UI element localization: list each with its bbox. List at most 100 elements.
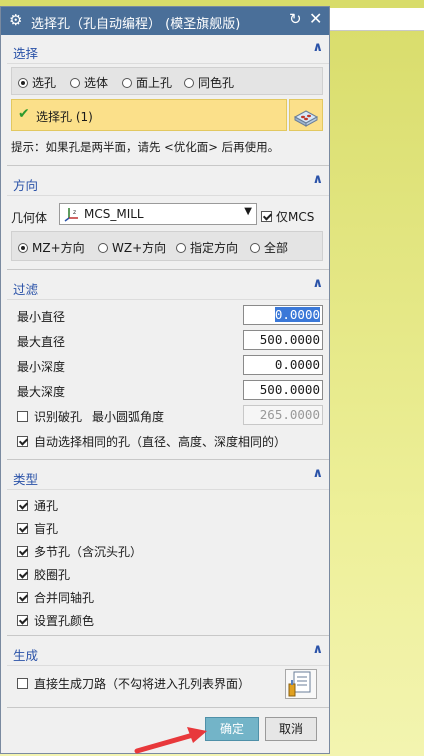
checkbox[interactable] [17,523,28,534]
checkbox[interactable] [17,615,28,626]
break-hole-checkbox[interactable] [17,411,28,422]
radio-specified-direction[interactable]: 指定方向 [176,239,238,256]
select-section-header[interactable]: 选择 ∧ [7,37,329,64]
type-through-hole[interactable]: 通孔 [17,497,58,514]
radio-label: 指定方向 [190,241,239,255]
radio-select-body[interactable]: 选体 [70,74,108,91]
geometry-value: MCS_MILL [84,207,144,221]
radio-button[interactable] [250,242,260,253]
checkbox[interactable] [17,500,28,511]
collapse-caret-icon[interactable]: ∧ [312,642,323,657]
checkbox-label: 通孔 [34,499,59,513]
selected-holes-label: 选择孔 (1) [36,110,93,124]
direction-section-header[interactable]: 方向 ∧ [7,169,329,196]
cancel-button[interactable]: 取消 [265,717,317,741]
direct-toolpath-checkbox[interactable] [17,678,28,689]
select-mode-radio-group: 选孔 选体 面上孔 同色孔 [11,67,323,95]
section-title: 过滤 [13,282,39,297]
checkbox-label: 合并同轴孔 [34,591,95,605]
collapse-caret-icon[interactable]: ∧ [312,40,323,55]
geometry-label: 几何体 [11,211,48,225]
section-divider [7,635,329,636]
radio-label: WZ+方向 [112,241,167,255]
type-set-hole-color[interactable]: 设置孔颜色 [17,612,94,629]
red-arrow-annotation [134,727,207,754]
min-depth-input[interactable]: 0.0000 [243,355,323,375]
min-arc-angle-input: 265.0000 [243,405,323,425]
section-title: 类型 [13,472,39,487]
section-title: 选择 [13,46,39,61]
toolpath-settings-icon [288,671,311,697]
radio-button[interactable] [18,242,28,253]
type-multi-step-hole[interactable]: 多节孔（含沉头孔） [17,543,142,560]
checkbox-label: 多节孔（含沉头孔） [34,545,143,559]
type-o-ring-hole[interactable]: 胶圈孔 [17,566,70,583]
min-diameter-input[interactable]: 0.0000 [243,305,323,325]
auto-select-checkbox[interactable] [17,436,28,447]
radio-button[interactable] [98,242,108,253]
checkbox-label: 盲孔 [34,522,59,536]
checkbox[interactable] [17,569,28,580]
radio-face-hole[interactable]: 面上孔 [122,74,172,91]
auto-select-checkbox-row[interactable]: 自动选择相同的孔（直径、高度、深度相同的） [17,433,286,450]
section-divider [7,459,329,460]
select-hole-button[interactable] [289,99,323,131]
direction-radio-group: MZ+方向 WZ+方向 指定方向 全部 [11,231,323,261]
filter-section: 过滤 ∧ 最小直径 0.0000 最大直径 500.0000 最小深度 0.00… [7,273,329,457]
radio-label: 面上孔 [136,76,173,90]
mcs-axis-icon: z [64,208,78,222]
type-merge-coaxial[interactable]: 合并同轴孔 [17,589,94,606]
radio-select-hole[interactable]: 选孔 [18,74,56,91]
section-divider [7,707,329,708]
gear-icon: ⚙ [9,11,23,29]
collapse-caret-icon[interactable]: ∧ [312,172,323,187]
checkbox-label: 设置孔颜色 [34,614,95,628]
radio-label: 选体 [84,76,109,90]
break-hole-checkbox-row[interactable]: 识别破孔 最小圆弧角度 [17,408,164,425]
min-diameter-label: 最小直径 [17,310,66,324]
type-blind-hole[interactable]: 盲孔 [17,520,58,537]
toolbar-strip [330,8,424,31]
max-depth-input[interactable]: 500.0000 [243,380,323,400]
radio-mz-direction[interactable]: MZ+方向 [18,239,85,256]
min-depth-label: 最小深度 [17,360,66,374]
radio-label: 选孔 [32,76,57,90]
type-section: 类型 ∧ 通孔 盲孔 多节孔（含沉头孔） 胶圈孔 合并同轴孔 设置孔颜色 [7,463,329,633]
radio-label: 全部 [264,241,289,255]
reset-icon[interactable]: ↻ [289,10,302,28]
type-section-header[interactable]: 类型 ∧ [7,463,329,490]
ok-button[interactable]: 确定 [205,717,259,741]
only-mcs-checkbox-row[interactable]: 仅MCS [261,208,314,225]
chevron-down-icon[interactable]: ▼ [244,206,252,217]
dialog-titlebar[interactable]: ⚙ 选择孔（孔自动编程） (模圣旗舰版) ↻ ✕ [1,7,329,35]
radio-all-directions[interactable]: 全部 [250,239,288,256]
select-hole-dialog: ⚙ 选择孔（孔自动编程） (模圣旗舰版) ↻ ✕ 选择 ∧ 选孔 选体 面上孔 … [0,6,330,754]
collapse-caret-icon[interactable]: ∧ [312,466,323,481]
select-section: 选择 ∧ 选孔 选体 面上孔 同色孔 ✔ 选择孔 (1) 提示：如果孔是两半面，… [7,37,329,165]
only-mcs-checkbox[interactable] [261,211,272,222]
filter-section-header[interactable]: 过滤 ∧ [7,273,329,300]
section-title: 方向 [13,178,39,193]
selected-holes-row[interactable]: ✔ 选择孔 (1) [11,99,287,131]
geometry-dropdown[interactable]: z MCS_MILL ▼ [59,203,257,225]
hint-text: 提示：如果孔是两半面，请先 <优化面> 后再使用。 [11,140,280,154]
direct-toolpath-checkbox-row[interactable]: 直接生成刀路（不勾将进入孔列表界面） [17,675,250,692]
collapse-caret-icon[interactable]: ∧ [312,276,323,291]
checkbox[interactable] [17,592,28,603]
toolpath-settings-button[interactable] [285,669,317,699]
radio-button[interactable] [184,77,194,88]
radio-same-color-hole[interactable]: 同色孔 [184,74,234,91]
generate-section-header[interactable]: 生成 ∧ [7,639,329,666]
radio-button[interactable] [176,242,186,253]
max-diameter-input[interactable]: 500.0000 [243,330,323,350]
radio-button[interactable] [18,77,28,88]
checkbox-label: 自动选择相同的孔（直径、高度、深度相同的） [34,435,287,449]
max-diameter-label: 最大直径 [17,335,66,349]
radio-wz-direction[interactable]: WZ+方向 [98,239,166,256]
close-icon[interactable]: ✕ [309,9,322,28]
radio-button[interactable] [122,77,132,88]
radio-label: MZ+方向 [32,241,85,255]
radio-button[interactable] [70,77,80,88]
svg-text:z: z [73,209,76,216]
checkbox[interactable] [17,546,28,557]
